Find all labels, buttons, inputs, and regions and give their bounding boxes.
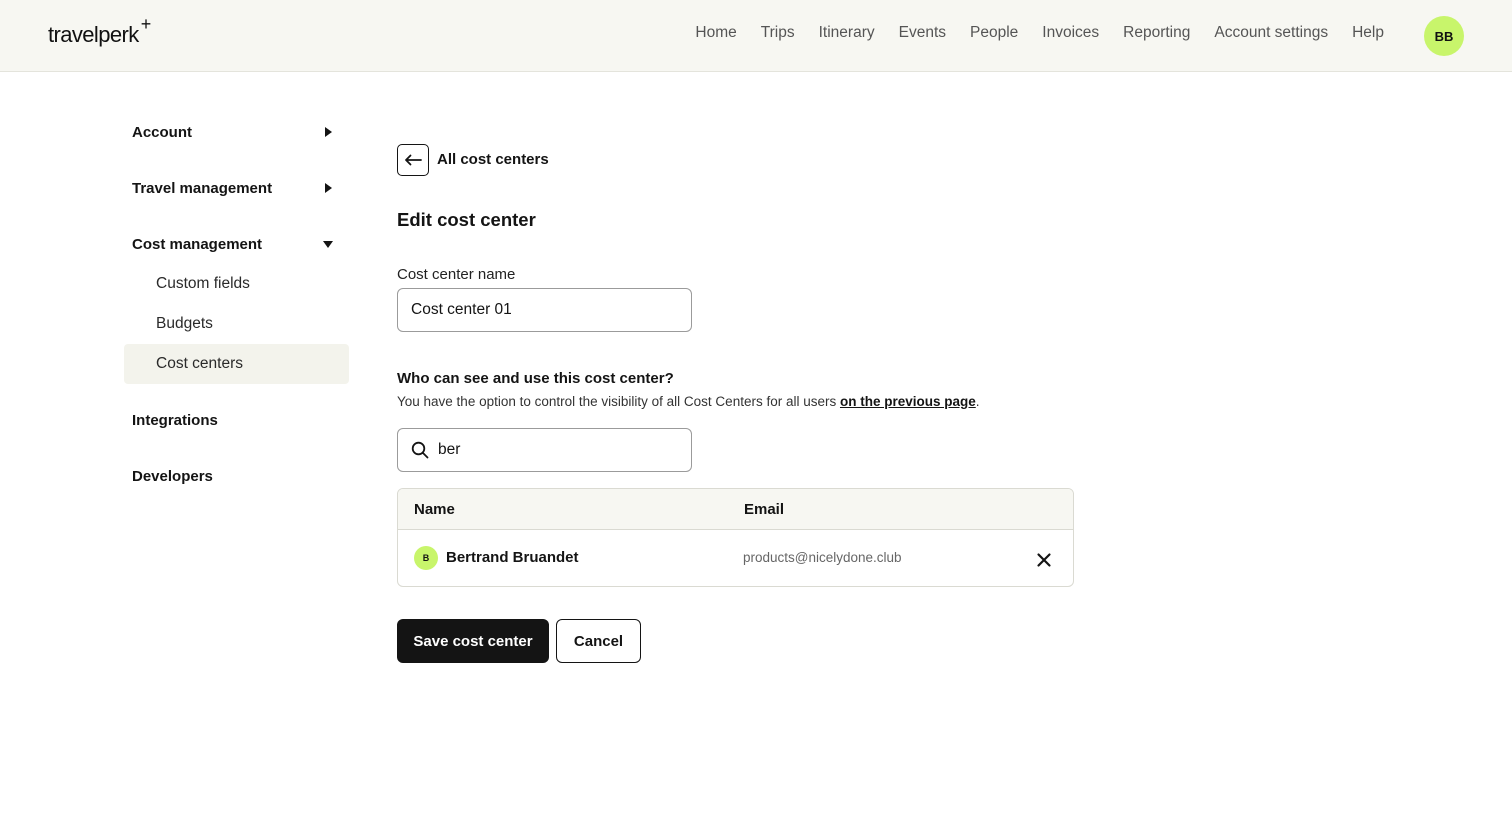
sidebar-item-label: Developers xyxy=(132,467,213,485)
user-name: Bertrand Bruandet xyxy=(446,549,579,566)
nav-account-settings[interactable]: Account settings xyxy=(1214,24,1328,42)
arrow-left-icon xyxy=(405,154,422,166)
user-search-field[interactable] xyxy=(397,428,692,472)
table-row: B Bertrand Bruandet products@nicelydone.… xyxy=(398,530,1073,586)
cost-center-name-label: Cost center name xyxy=(397,266,516,283)
sidebar-item-label: Cost management xyxy=(132,235,263,253)
visibility-description: You have the option to control the visib… xyxy=(397,394,980,409)
cost-center-name-input[interactable] xyxy=(397,288,692,332)
previous-page-link[interactable]: on the previous page xyxy=(840,394,976,409)
visibility-heading: Who can see and use this cost center? xyxy=(397,370,674,387)
cancel-button[interactable]: Cancel xyxy=(556,619,641,663)
sidebar-item-label: Account xyxy=(132,123,192,141)
sidebar-item-account[interactable]: Account xyxy=(132,120,340,144)
nav-help[interactable]: Help xyxy=(1352,24,1384,42)
table-header: Name Email xyxy=(398,489,1073,530)
nav-home[interactable]: Home xyxy=(695,24,736,42)
main-nav: Home Trips Itinerary Events People Invoi… xyxy=(695,24,1384,42)
nav-events[interactable]: Events xyxy=(899,24,946,42)
avatar: B xyxy=(414,546,438,570)
sidebar-item-travel-management[interactable]: Travel management xyxy=(132,176,340,200)
visibility-description-end: . xyxy=(975,394,980,409)
sidebar-item-integrations[interactable]: Integrations xyxy=(132,408,340,432)
caret-right-icon xyxy=(325,127,332,137)
page-title: Edit cost center xyxy=(397,209,536,230)
nav-trips[interactable]: Trips xyxy=(761,24,795,42)
nav-reporting[interactable]: Reporting xyxy=(1123,24,1190,42)
nav-invoices[interactable]: Invoices xyxy=(1042,24,1099,42)
close-icon[interactable] xyxy=(1034,550,1054,570)
back-link-label[interactable]: All cost centers xyxy=(437,151,549,168)
users-table: Name Email B Bertrand Bruandet products@… xyxy=(397,488,1074,587)
back-button[interactable] xyxy=(397,144,429,176)
search-input[interactable] xyxy=(438,429,683,471)
top-navigation-bar: travelperk + Home Trips Itinerary Events … xyxy=(0,0,1512,72)
sidebar-item-cost-centers[interactable]: Cost centers xyxy=(124,344,349,384)
logo-text: travelperk xyxy=(48,22,139,47)
logo-plus: + xyxy=(140,14,152,34)
sidebar-item-custom-fields[interactable]: Custom fields xyxy=(124,264,349,304)
sidebar-item-label: Travel management xyxy=(132,179,273,197)
caret-down-icon xyxy=(323,240,333,248)
sidebar-item-cost-management[interactable]: Cost management xyxy=(132,232,340,256)
sidebar-item-label: Integrations xyxy=(132,411,218,429)
nav-people[interactable]: People xyxy=(970,24,1018,42)
user-avatar[interactable]: BB xyxy=(1424,16,1464,56)
sidebar-item-developers[interactable]: Developers xyxy=(132,464,340,488)
caret-right-icon xyxy=(325,183,332,193)
nav-itinerary[interactable]: Itinerary xyxy=(819,24,875,42)
column-header-email: Email xyxy=(744,501,785,518)
travelperk-logo[interactable]: travelperk + xyxy=(48,14,151,48)
save-cost-center-button[interactable]: Save cost center xyxy=(397,619,549,663)
visibility-description-text: You have the option to control the visib… xyxy=(397,394,840,409)
sidebar-item-budgets[interactable]: Budgets xyxy=(124,304,349,344)
search-icon xyxy=(411,441,429,459)
user-email: products@nicelydone.club xyxy=(743,550,902,565)
column-header-name: Name xyxy=(414,501,455,518)
